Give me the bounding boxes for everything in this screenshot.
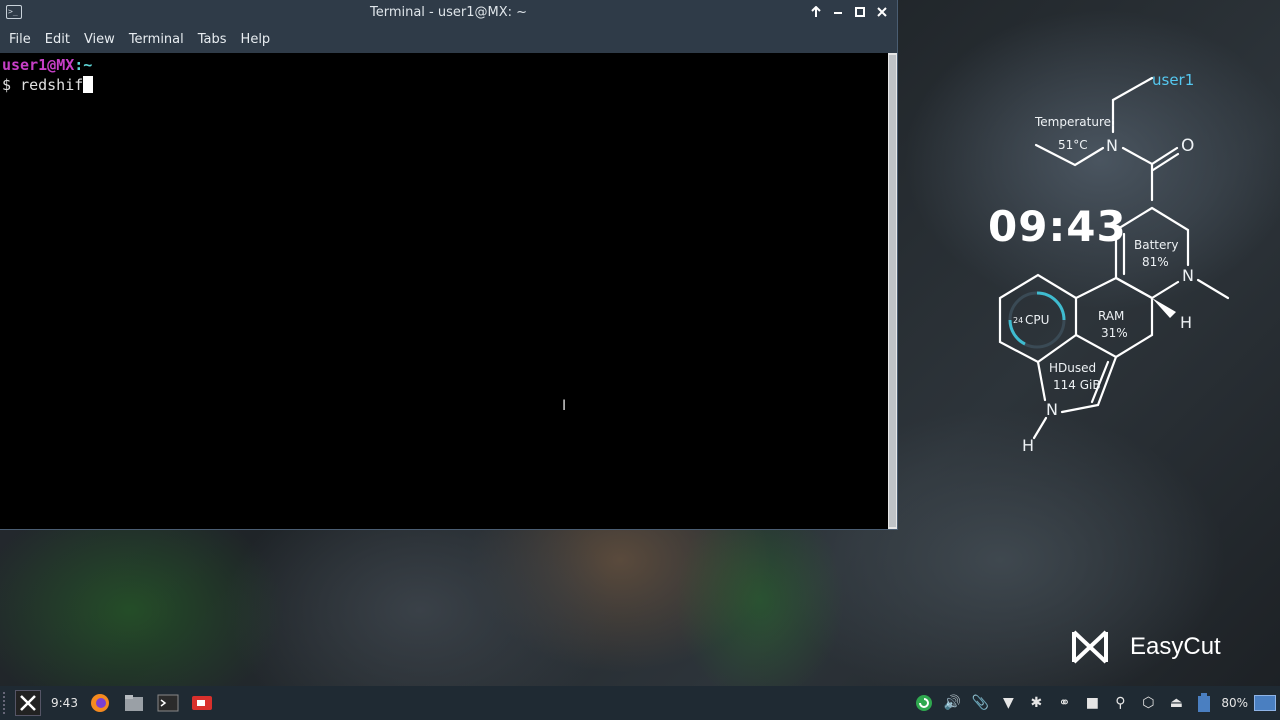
hd-label: HDused [1049, 361, 1097, 375]
battery-percent[interactable]: 80% [1221, 696, 1248, 710]
ram-label: RAM [1098, 309, 1125, 323]
easycut-brand: EasyCut [1130, 633, 1221, 660]
atom-n-bottom: N [1046, 400, 1058, 419]
conky-user: user1 [1152, 71, 1195, 89]
cpu-value: 24 [1013, 316, 1024, 325]
atom-o: O [1181, 136, 1195, 156]
bluetooth-icon[interactable]: ✱ [1025, 692, 1047, 714]
menu-help[interactable]: Help [234, 32, 278, 47]
terminal-window[interactable]: >_ Terminal - user1@MX: ~ File Edit View… [0, 0, 898, 530]
scrollbar-thumb[interactable] [889, 55, 896, 527]
prompt-at: @ [47, 56, 57, 74]
atom-n-right: N [1182, 266, 1194, 285]
hd-value: 114 GiB [1053, 378, 1101, 392]
battery-icon[interactable] [1193, 692, 1215, 714]
menu-file[interactable]: File [2, 32, 38, 47]
close-icon[interactable] [873, 3, 891, 21]
conky-clock: 09:43 [988, 202, 1127, 251]
prompt-path: :~ [74, 56, 93, 74]
prompt-host: MX [56, 56, 75, 74]
prompt-symbol: $ [2, 76, 12, 94]
start-menu-icon[interactable] [15, 690, 41, 716]
battery-label: Battery [1134, 238, 1179, 252]
update-icon[interactable] [913, 692, 935, 714]
ram-value: 31% [1101, 326, 1128, 340]
file-manager-icon[interactable] [122, 691, 146, 715]
taskbar-clock[interactable]: 9:43 [51, 696, 78, 710]
cpu-label: CPU [1025, 313, 1050, 327]
clip-icon[interactable]: 📎 [969, 692, 991, 714]
screen-recorder-icon[interactable] [190, 691, 214, 715]
menu-view[interactable]: View [77, 32, 122, 47]
terminal-launcher-icon[interactable] [156, 691, 180, 715]
show-desktop-icon[interactable] [1254, 695, 1276, 711]
package-icon[interactable]: ⬡ [1137, 692, 1159, 714]
atom-h-bottom: H [1022, 436, 1035, 455]
text-cursor [83, 76, 94, 93]
atom-h-right: H [1180, 313, 1193, 332]
ibeam-cursor-icon: Ⅰ [562, 398, 567, 414]
window-title: Terminal - user1@MX: ~ [369, 5, 528, 20]
system-tray: 🔊 📎 ▼ ✱ ⚭ ■ ⚲ ⬡ ⏏ 80% [913, 686, 1280, 720]
prompt-line: user1@MX:~ [2, 55, 886, 75]
panel-grip[interactable] [3, 692, 9, 714]
firefox-icon[interactable] [88, 691, 112, 715]
camera-icon[interactable]: ■ [1081, 692, 1103, 714]
terminal-output[interactable]: user1@MX:~ $ redshif [0, 53, 888, 529]
eject-icon[interactable]: ⏏ [1165, 692, 1187, 714]
maximize-icon[interactable] [851, 3, 869, 21]
easycut-logo-icon [1072, 630, 1108, 664]
easycut-watermark: EasyCut [1070, 628, 1221, 666]
battery-value: 81% [1142, 255, 1169, 269]
volume-icon[interactable]: 🔊 [941, 692, 963, 714]
keep-above-icon[interactable] [807, 3, 825, 21]
location-icon[interactable]: ⚲ [1109, 692, 1131, 714]
menu-edit[interactable]: Edit [38, 32, 77, 47]
taskbar: 9:43 🔊 📎 ▼ ✱ ⚭ ■ ⚲ ⬡ ⏏ 80% [0, 686, 1280, 720]
menu-tabs[interactable]: Tabs [191, 32, 234, 47]
temperature-label: Temperature: [1035, 115, 1116, 129]
command-line[interactable]: $ redshif [2, 75, 886, 95]
conky-widget: user1 Temperature: 51°C N O 09:43 Batter… [980, 60, 1240, 460]
typed-command[interactable]: redshif [20, 76, 83, 94]
network-icon[interactable]: ▼ [997, 692, 1019, 714]
menu-bar: File Edit View Terminal Tabs Help [0, 26, 897, 53]
window-titlebar[interactable]: >_ Terminal - user1@MX: ~ [0, 0, 897, 26]
usb-icon[interactable]: ⚭ [1053, 692, 1075, 714]
minimize-icon[interactable] [829, 3, 847, 21]
temperature-value: 51°C [1058, 138, 1088, 152]
prompt-user: user1 [2, 56, 48, 74]
menu-terminal[interactable]: Terminal [122, 32, 191, 47]
atom-n-top: N [1106, 136, 1118, 155]
terminal-scrollbar[interactable] [888, 53, 897, 529]
